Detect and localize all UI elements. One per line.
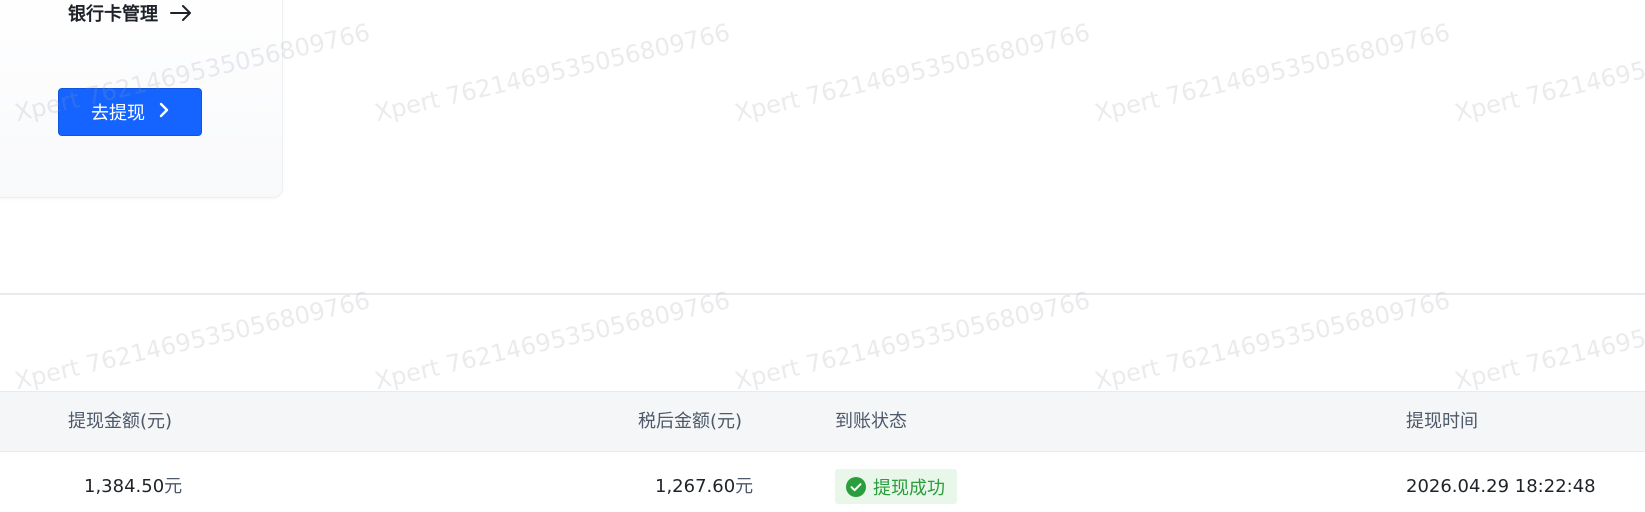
table-header: 提现金额(元) 税后金额(元) 到账状态 提现时间 bbox=[0, 391, 1645, 452]
watermark-text: Xpert 7621469535056809766 bbox=[1452, 286, 1645, 396]
bank-card-management-link[interactable]: 银行卡管理 bbox=[68, 0, 192, 26]
withdraw-button[interactable]: 去提现 bbox=[58, 88, 202, 136]
header-withdraw-amount: 提现金额(元) bbox=[68, 411, 173, 432]
watermark-text: Xpert 7621469535056809766 bbox=[732, 286, 1093, 396]
status-label: 提现成功 bbox=[873, 477, 945, 499]
check-circle-icon bbox=[846, 476, 866, 497]
watermark-text: Xpert 7621469535056809766 bbox=[1092, 286, 1453, 396]
withdraw-card: 银行卡管理 去提现 bbox=[0, 0, 283, 198]
section-divider bbox=[0, 293, 1645, 295]
cell-withdraw-amount: 1,384.50元 bbox=[84, 462, 182, 512]
amount-unit: 元 bbox=[164, 476, 183, 497]
after-tax-unit: 元 bbox=[735, 476, 754, 497]
watermark-text: Xpert 7621469535056809766 bbox=[1452, 18, 1645, 128]
watermark-text: Xpert 7621469535056809766 bbox=[732, 18, 1093, 128]
amount-value: 1,384.50 bbox=[84, 476, 165, 497]
header-after-tax-amount: 税后金额(元) bbox=[638, 411, 743, 432]
chevron-right-icon bbox=[159, 102, 169, 123]
after-tax-value: 1,267.60 bbox=[655, 476, 736, 497]
withdraw-button-label: 去提现 bbox=[91, 103, 145, 124]
watermark-text: Xpert 7621469535056809766 bbox=[372, 18, 733, 128]
status-badge: 提现成功 bbox=[835, 469, 957, 504]
watermark-text: Xpert 7621469535056809766 bbox=[12, 286, 373, 396]
arrow-right-icon bbox=[170, 5, 192, 21]
header-withdraw-time: 提现时间 bbox=[1406, 411, 1478, 432]
watermark-text: Xpert 7621469535056809766 bbox=[1092, 18, 1453, 128]
watermark-text: Xpert 7621469535056809766 bbox=[372, 286, 733, 396]
cell-withdraw-time: 2026.04.29 18:22:48 bbox=[1406, 476, 1596, 497]
header-arrival-status: 到账状态 bbox=[835, 411, 907, 432]
bank-card-management-label: 银行卡管理 bbox=[68, 4, 158, 25]
cell-after-tax-amount: 1,267.60元 bbox=[655, 462, 753, 512]
